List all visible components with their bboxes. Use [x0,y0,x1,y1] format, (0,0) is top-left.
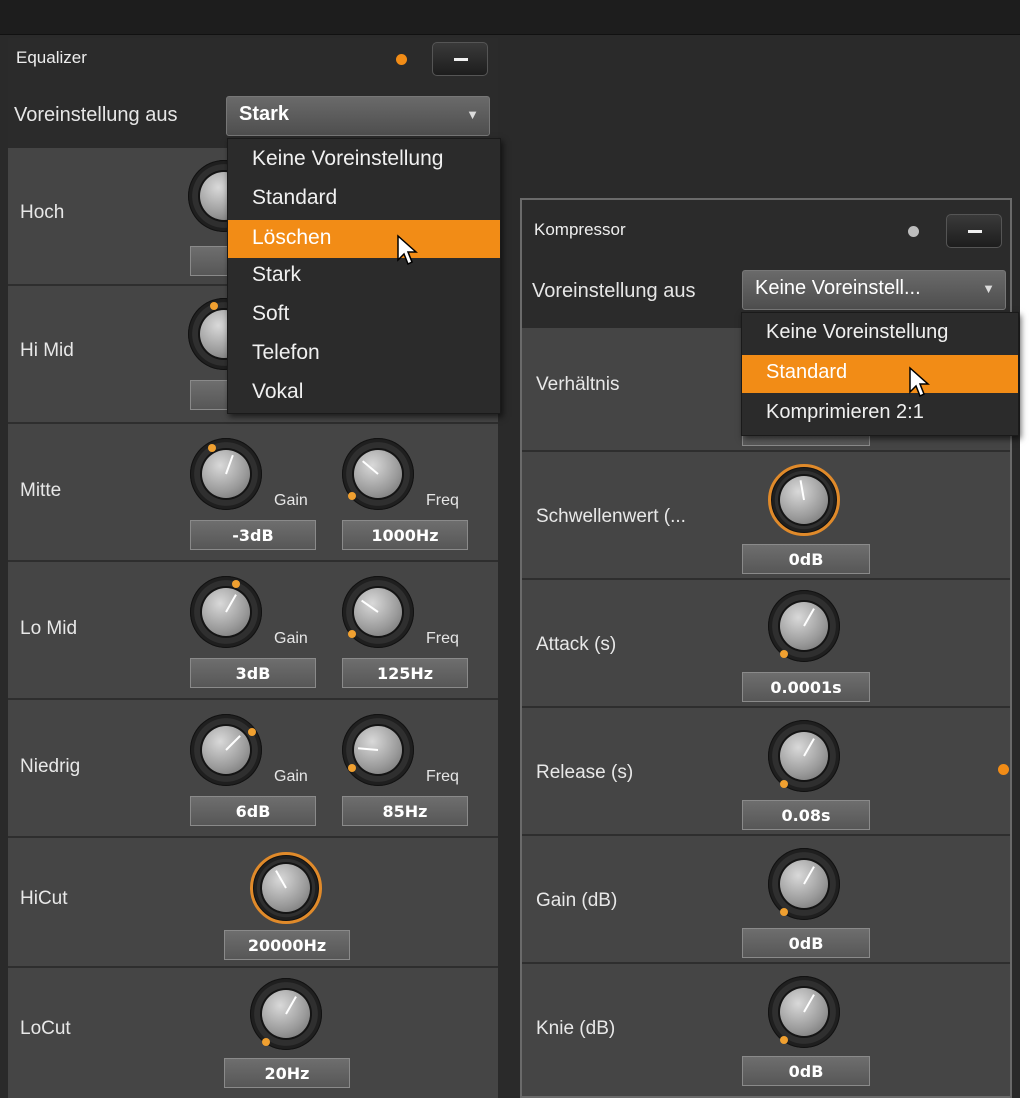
eq-mitte-freq-knob[interactable] [342,438,414,510]
kompressor-title: Kompressor [534,220,626,239]
comp-release-knob[interactable] [768,720,840,792]
dropdown-item-highlighted[interactable]: Löschen [228,220,500,258]
kompressor-preset-select[interactable]: Keine Voreinstell... ▼ [742,270,1006,310]
eq-niedrig-freq-value[interactable]: 85Hz [342,796,468,826]
top-bar [0,0,1020,35]
comp-threshold-knob[interactable] [768,464,840,536]
kompressor-preset-value: Keine Voreinstell... [755,277,921,299]
kompressor-preset-dropdown: Keine Voreinstellung Standard Komprimier… [741,312,1019,436]
eq-band-niedrig: Niedrig Gain Freq 6dB 85Hz [8,700,498,838]
app-window: Equalizer Voreinstellung aus Stark ▼ Hoc… [0,0,1020,1098]
eq-band-lomid: Lo Mid Gain Freq 3dB 125Hz [8,562,498,700]
eq-lomid-freq-value[interactable]: 125Hz [342,658,468,688]
kompressor-minimize-icon[interactable] [946,214,1002,248]
eq-mitte-freq-value[interactable]: 1000Hz [342,520,468,550]
kompressor-header: Kompressor Voreinstellung aus Keine Vore… [522,200,1010,328]
eq-lomid-freq-knob[interactable] [342,576,414,648]
kompressor-preset-label: Voreinstellung aus [532,280,696,302]
dropdown-item[interactable]: Vokal [228,374,500,412]
dropdown-arrow-icon: ▼ [466,107,479,122]
comp-row-label: Schwellenwert (... [536,506,686,527]
eq-band-locut: LoCut 20Hz [8,968,498,1098]
eq-locut-value[interactable]: 20Hz [224,1058,350,1088]
comp-gain-knob[interactable] [768,848,840,920]
eq-niedrig-freq-knob[interactable] [342,714,414,786]
eq-locut-knob[interactable] [250,978,322,1050]
comp-row-label: Gain (dB) [536,890,618,911]
comp-knee-value[interactable]: 0dB [742,1056,870,1086]
dropdown-item[interactable]: Stark [228,257,500,295]
eq-band-label: Niedrig [20,756,81,777]
eq-lomid-gain-knob[interactable] [190,576,262,648]
mouse-pointer-icon [909,366,930,398]
comp-row-attack: Attack (s) 0.0001s [522,580,1010,708]
equalizer-preset-label: Voreinstellung aus [14,104,178,126]
eq-mitte-gain-value[interactable]: -3dB [190,520,316,550]
eq-band-label: Lo Mid [20,618,78,639]
eq-mitte-gain-knob[interactable] [190,438,262,510]
eq-niedrig-gain-value[interactable]: 6dB [190,796,316,826]
dropdown-item-highlighted[interactable]: Standard [742,355,1018,393]
gain-label: Gain [274,630,308,647]
comp-row-gain: Gain (dB) 0dB [522,836,1010,964]
eq-niedrig-gain-knob[interactable] [190,714,262,786]
comp-row-label: Knie (dB) [536,1018,616,1039]
kompressor-status-dot [908,226,919,237]
comp-row-knee: Knie (dB) 0dB [522,964,1010,1096]
dropdown-item[interactable]: Komprimieren 2:1 [742,395,1018,433]
freq-label: Freq [426,768,459,785]
eq-lomid-gain-value[interactable]: 3dB [190,658,316,688]
freq-label: Freq [426,630,459,647]
equalizer-header: Equalizer Voreinstellung aus Stark ▼ [8,38,498,148]
eq-band-hicut: HiCut 20000Hz [8,838,498,968]
dropdown-item[interactable]: Keine Voreinstellung [742,315,1018,353]
comp-gain-value[interactable]: 0dB [742,928,870,958]
eq-hicut-knob[interactable] [250,852,322,924]
dropdown-arrow-icon: ▼ [982,281,995,296]
comp-attack-knob[interactable] [768,590,840,662]
comp-row-threshold: Schwellenwert (... 0dB [522,452,1010,580]
eq-band-label: LoCut [20,1018,71,1039]
eq-band-label: Hi Mid [20,340,74,361]
comp-row-label: Attack (s) [536,634,617,655]
equalizer-status-dot [396,54,407,65]
dropdown-item[interactable]: Keine Voreinstellung [228,141,500,179]
equalizer-preset-dropdown: Keine Voreinstellung Standard Löschen St… [227,138,501,414]
scroll-indicator-dot [998,764,1009,775]
comp-attack-value[interactable]: 0.0001s [742,672,870,702]
freq-label: Freq [426,492,459,509]
comp-row-release: Release (s) 0.08s [522,708,1010,836]
dropdown-item[interactable]: Soft [228,296,500,334]
comp-row-label: Verhältnis [536,374,620,395]
eq-hicut-value[interactable]: 20000Hz [224,930,350,960]
dropdown-item[interactable]: Standard [228,180,500,218]
mouse-pointer-icon [397,234,418,266]
comp-release-value[interactable]: 0.08s [742,800,870,830]
eq-band-label: Mitte [20,480,62,501]
gain-label: Gain [274,492,308,509]
comp-row-label: Release (s) [536,762,634,783]
equalizer-title: Equalizer [16,48,87,67]
equalizer-preset-value: Stark [239,103,290,125]
gain-label: Gain [274,768,308,785]
comp-threshold-value[interactable]: 0dB [742,544,870,574]
equalizer-minimize-icon[interactable] [432,42,488,76]
equalizer-preset-select[interactable]: Stark ▼ [226,96,490,136]
eq-band-mitte: Mitte Gain Freq -3dB 1000Hz [8,424,498,562]
comp-knee-knob[interactable] [768,976,840,1048]
dropdown-item[interactable]: Telefon [228,335,500,373]
eq-band-label: HiCut [20,888,68,909]
eq-band-label: Hoch [20,202,65,223]
